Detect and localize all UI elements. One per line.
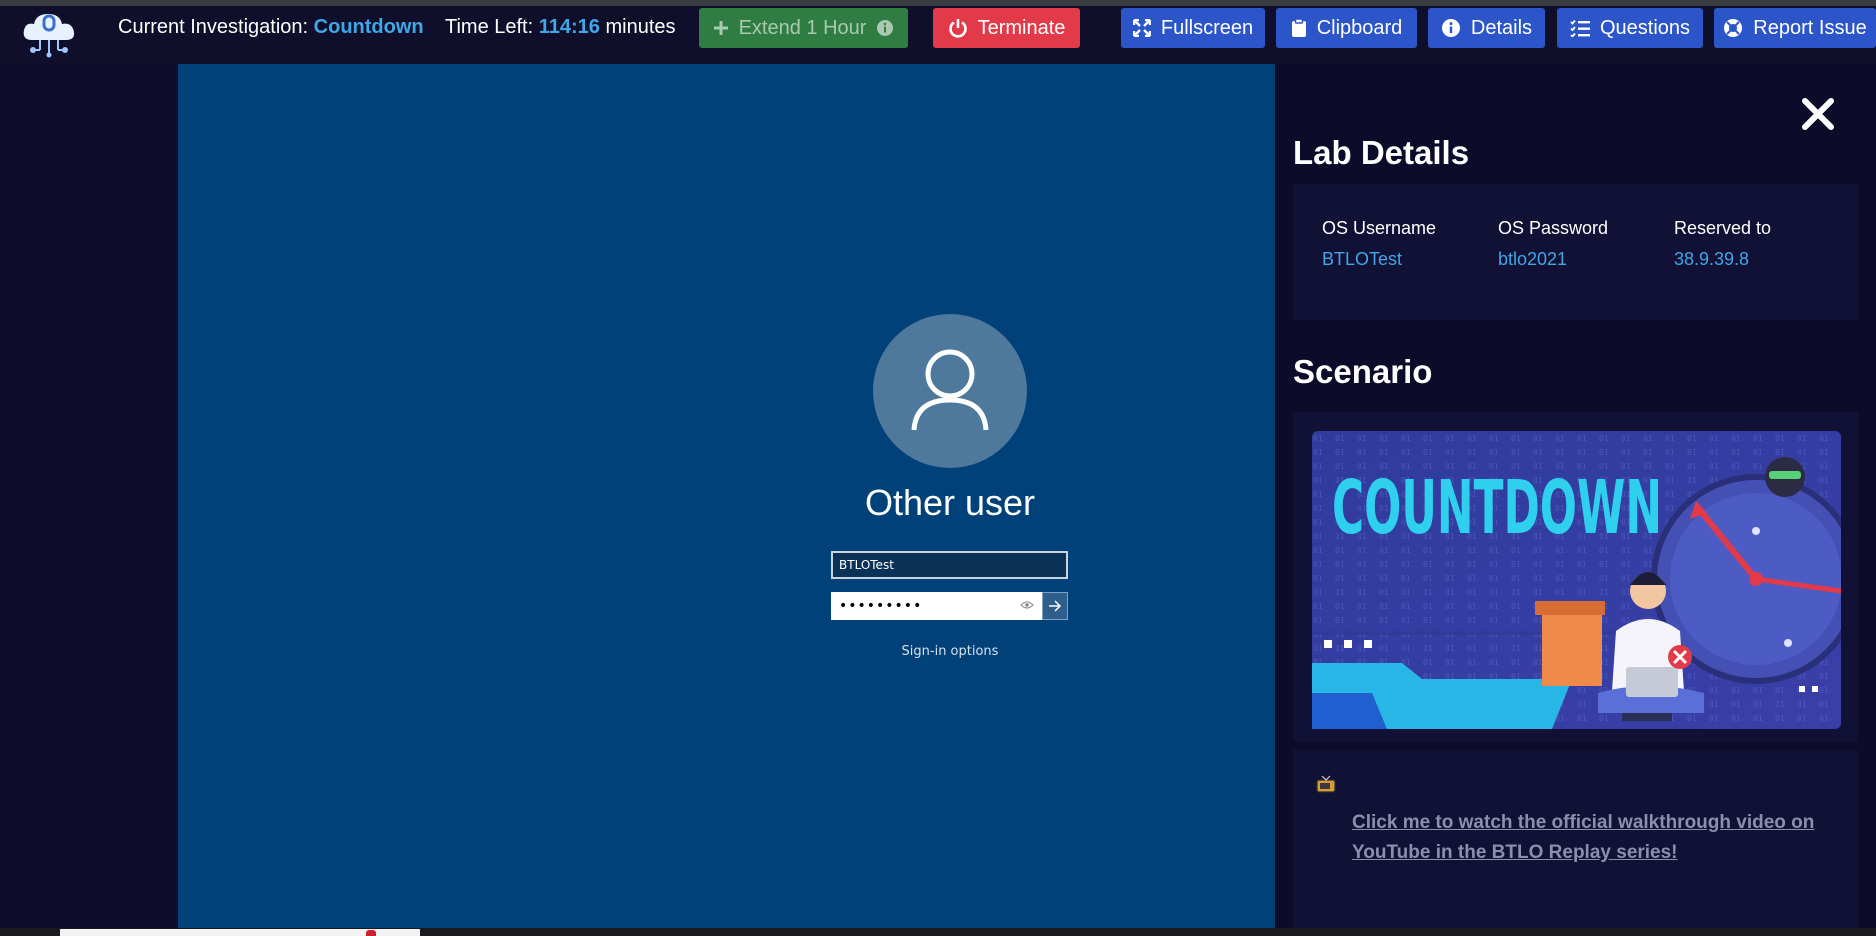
- reserved-to-value[interactable]: 38.9.39.8: [1674, 249, 1771, 270]
- lab-details-title: Lab Details: [1293, 134, 1470, 171]
- lifebuoy-icon: [1724, 19, 1743, 37]
- close-icon[interactable]: [1800, 96, 1836, 132]
- clipboard-button-label: Clipboard: [1316, 16, 1403, 39]
- login-username-title: Other user: [864, 482, 1036, 523]
- terminate-button[interactable]: Terminate: [933, 8, 1080, 48]
- os-password-label: OS Password: [1498, 218, 1609, 238]
- expand-icon: [1132, 19, 1151, 37]
- remote-desktop-view[interactable]: Other user BTLOTest ••••••••• Sign-in op…: [178, 64, 1275, 928]
- fullscreen-button[interactable]: Fullscreen: [1121, 8, 1265, 48]
- investigation-label: Current Investigation:: [118, 16, 309, 38]
- sign-in-options-link[interactable]: Sign-in options: [750, 644, 1150, 659]
- investigation-name: Countdown: [313, 16, 424, 38]
- reveal-password-icon[interactable]: [1020, 600, 1034, 610]
- questions-button-label: Questions: [1599, 16, 1691, 39]
- time-left-value: 114:16: [538, 16, 600, 38]
- time-left-unit: minutes: [605, 16, 676, 38]
- reserved-to-label: Reserved to: [1674, 218, 1772, 238]
- current-investigation: Current Investigation: Countdown: [118, 16, 424, 39]
- details-button-label: Details: [1470, 16, 1533, 39]
- scenario-title: Scenario: [1293, 353, 1433, 390]
- arrow-right-icon: [1049, 600, 1062, 612]
- bottom-red-marker: [366, 930, 376, 936]
- extend-button-label: Extend 1 Hour: [738, 16, 867, 39]
- report-issue-button[interactable]: Report Issue: [1714, 8, 1876, 48]
- password-value: •••••••••: [839, 598, 923, 614]
- terminate-button-label: Terminate: [977, 16, 1066, 39]
- os-password: OS Password btlo2021: [1498, 218, 1608, 270]
- time-left: Time Left: 114:16 minutes: [445, 16, 676, 39]
- lab-details-card: OS Username BTLOTest OS Password btlo202…: [1293, 184, 1858, 320]
- password-field[interactable]: •••••••••: [831, 592, 1042, 620]
- banner-title: COUNTDOWN: [1332, 465, 1662, 551]
- reserved-to: Reserved to 38.9.39.8: [1674, 218, 1771, 270]
- list-icon: [1570, 19, 1590, 37]
- os-password-value[interactable]: btlo2021: [1498, 249, 1608, 270]
- os-username-value[interactable]: BTLOTest: [1322, 249, 1436, 270]
- plus-icon: [713, 21, 728, 35]
- clipboard-button[interactable]: Clipboard: [1276, 8, 1417, 48]
- tv-icon: [1316, 775, 1336, 793]
- os-username: OS Username BTLOTest: [1322, 218, 1436, 270]
- extend-button[interactable]: Extend 1 Hour: [699, 8, 908, 48]
- info-icon: [877, 20, 894, 36]
- time-left-label: Time Left:: [445, 16, 534, 38]
- user-avatar: [873, 314, 1027, 468]
- submit-arrow-button[interactable]: [1042, 592, 1068, 620]
- info-circle-icon: [1441, 19, 1460, 37]
- details-button[interactable]: Details: [1428, 8, 1545, 48]
- username-field[interactable]: BTLOTest: [831, 551, 1068, 579]
- fullscreen-button-label: Fullscreen: [1160, 16, 1254, 39]
- os-username-label: OS Username: [1322, 218, 1437, 238]
- left-gutter: [0, 64, 178, 928]
- scenario-banner-image: 01 COUNTDOWN: [1312, 431, 1841, 729]
- top-bar: Current Investigation: Countdown Time Le…: [0, 6, 1876, 64]
- btlo-logo[interactable]: [20, 10, 78, 58]
- user-icon: [911, 349, 989, 431]
- power-icon: [948, 19, 967, 38]
- report-issue-button-label: Report Issue: [1753, 16, 1867, 39]
- clipboard-icon: [1291, 18, 1306, 37]
- walkthrough-video-link[interactable]: Click me to watch the official walkthrou…: [1352, 808, 1832, 868]
- questions-button[interactable]: Questions: [1557, 8, 1703, 48]
